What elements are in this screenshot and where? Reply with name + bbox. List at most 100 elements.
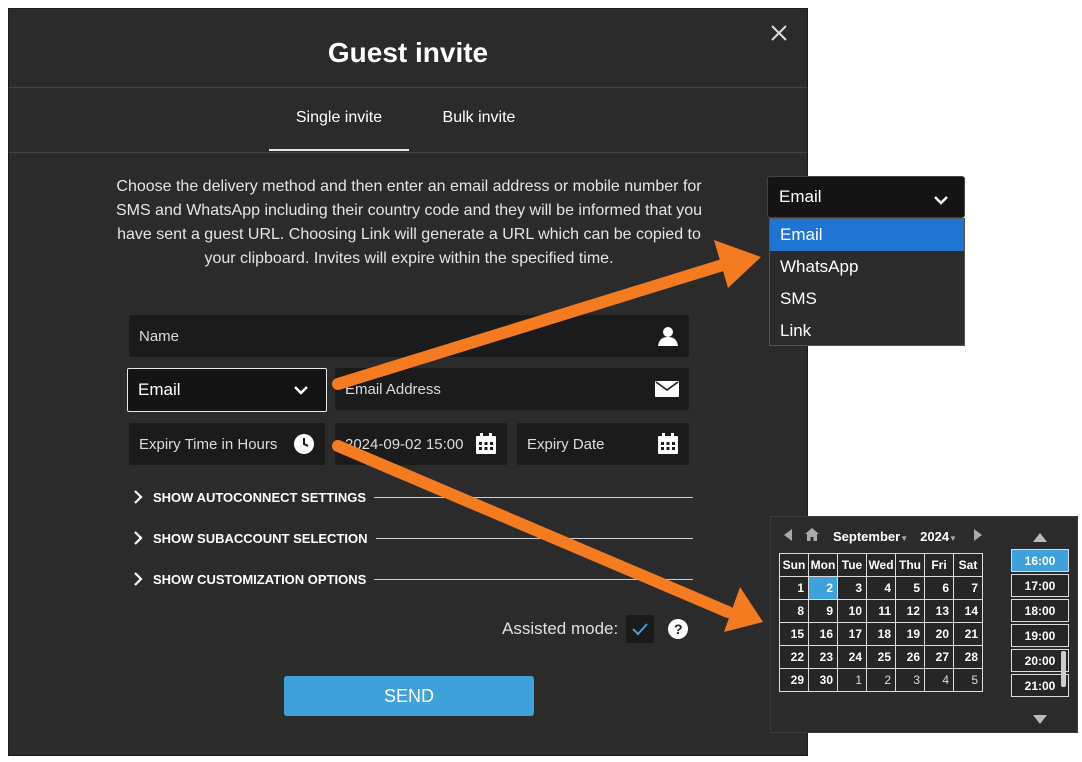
chevron-down-icon — [294, 385, 308, 395]
month-select[interactable]: September▼ — [833, 529, 908, 544]
calendar-week: 8 9 10 11 12 13 14 — [779, 599, 983, 623]
clock-icon — [293, 433, 315, 455]
checkmark-icon — [632, 623, 648, 636]
calendar-day[interactable]: 13 — [924, 599, 954, 623]
help-icon[interactable]: ? — [668, 619, 689, 639]
time-scroll-up-icon[interactable] — [1033, 529, 1047, 547]
calendar-day[interactable]: 16 — [808, 622, 838, 646]
calendar-day[interactable]: 5 — [953, 668, 983, 692]
home-icon[interactable] — [805, 528, 819, 544]
calendar-day[interactable]: 3 — [837, 576, 867, 600]
weekday-header: Sun — [779, 553, 809, 577]
calendar-day[interactable]: 6 — [924, 576, 954, 600]
calendar-day[interactable]: 24 — [837, 645, 867, 669]
expiry-hours-input[interactable]: Expiry Time in Hours — [129, 423, 325, 465]
time-scroll-down-icon[interactable] — [1033, 711, 1047, 729]
option-whatsapp[interactable]: WhatsApp — [770, 251, 964, 283]
modal-title: Guest invite — [327, 37, 489, 68]
calendar-day[interactable]: 26 — [895, 645, 925, 669]
time-option[interactable]: 17:00 — [1011, 574, 1069, 597]
calendar-day[interactable]: 19 — [895, 622, 925, 646]
delivery-method-select-callout[interactable]: Email — [767, 176, 965, 218]
calendar-day[interactable]: 11 — [866, 599, 896, 623]
calendar-day[interactable]: 18 — [866, 622, 896, 646]
calendar-grid: Sun Mon Tue Wed Thu Fri Sat 1 2 3 4 5 6 7 8 9 10 11 12 13 14… — [779, 553, 983, 692]
subaccount-selection-toggle[interactable]: SHOW SUBACCOUNT SELECTION — [133, 528, 693, 548]
calendar-icon — [657, 433, 679, 455]
delivery-method-value: Email — [138, 380, 181, 399]
calendar-day-selected[interactable]: 2 — [808, 576, 838, 600]
calendar-day[interactable]: 23 — [808, 645, 838, 669]
time-option[interactable]: 19:00 — [1011, 624, 1069, 647]
delivery-method-select[interactable]: Email — [127, 368, 327, 412]
assisted-mode-label: Assisted mode: — [502, 619, 619, 638]
month-label: September — [833, 528, 901, 544]
delivery-method-options: Email WhatsApp SMS Link — [769, 218, 965, 346]
weekday-header: Mon — [808, 553, 838, 577]
weekday-header: Fri — [924, 553, 954, 577]
calendar-day[interactable]: 1 — [779, 576, 809, 600]
tab-bulk-invite[interactable]: Bulk invite — [419, 109, 539, 127]
calendar-week: 1234567 — [779, 576, 983, 600]
calendar-day[interactable]: 17 — [837, 622, 867, 646]
calendar-day[interactable]: 1 — [837, 668, 867, 692]
active-tab-indicator — [269, 149, 409, 151]
year-select[interactable]: 2024▼ — [920, 529, 957, 544]
time-option[interactable]: 18:00 — [1011, 599, 1069, 622]
assisted-mode-checkbox[interactable] — [626, 615, 655, 643]
calendar-day[interactable]: 5 — [895, 576, 925, 600]
calendar-day[interactable]: 21 — [953, 622, 983, 646]
calendar-day[interactable]: 25 — [866, 645, 896, 669]
calendar-nav: September▼ 2024▼ — [783, 527, 1009, 545]
calendar-day[interactable]: 7 — [953, 576, 983, 600]
calendar-day[interactable]: 10 — [837, 599, 867, 623]
calendar-day[interactable]: 4 — [866, 576, 896, 600]
option-email[interactable]: Email — [770, 219, 964, 251]
prev-month-icon[interactable] — [783, 528, 793, 545]
calendar-day[interactable]: 28 — [953, 645, 983, 669]
calendar-day[interactable]: 2 — [866, 668, 896, 692]
send-button[interactable]: SEND — [284, 676, 534, 716]
calendar-day[interactable]: 29 — [779, 668, 809, 692]
chevron-right-icon — [133, 531, 147, 545]
envelope-icon — [655, 381, 679, 397]
calendar-day[interactable]: 8 — [779, 599, 809, 623]
calendar-day[interactable]: 15 — [779, 622, 809, 646]
time-list-scrollbar[interactable] — [1061, 651, 1066, 687]
option-sms[interactable]: SMS — [770, 283, 964, 315]
calendar-day[interactable]: 27 — [924, 645, 954, 669]
divider — [9, 152, 807, 153]
calendar-day[interactable]: 20 — [924, 622, 954, 646]
calendar-day[interactable]: 30 — [808, 668, 838, 692]
email-address-input[interactable]: Email Address — [335, 368, 689, 410]
expander-label: SHOW AUTOCONNECT SETTINGS — [153, 489, 367, 505]
calendar-day[interactable]: 22 — [779, 645, 809, 669]
name-input[interactable]: Name — [129, 315, 689, 357]
calendar-day[interactable]: 9 — [808, 599, 838, 623]
calendar-day[interactable]: 12 — [895, 599, 925, 623]
name-placeholder: Name — [139, 327, 180, 345]
calendar-day[interactable]: 14 — [953, 599, 983, 623]
year-label: 2024 — [920, 528, 950, 544]
tab-single-invite[interactable]: Single invite — [269, 109, 409, 127]
close-icon[interactable] — [769, 23, 789, 43]
chevron-down-icon — [934, 190, 948, 210]
delivery-method-value: Email — [779, 187, 822, 206]
expander-label: SHOW SUBACCOUNT SELECTION — [153, 530, 368, 546]
divider — [9, 87, 807, 88]
divider — [374, 578, 693, 580]
next-month-icon[interactable] — [973, 528, 983, 545]
time-option-selected[interactable]: 16:00 — [1011, 549, 1069, 572]
expiry-datetime-input[interactable]: 2024-09-02 15:00 — [335, 423, 507, 465]
divider — [374, 496, 693, 498]
assisted-mode-row: Assisted mode: ? — [502, 615, 689, 643]
calendar-day[interactable]: 3 — [895, 668, 925, 692]
guest-invite-modal: Guest invite Single invite Bulk invite C… — [8, 8, 808, 756]
autoconnect-settings-toggle[interactable]: SHOW AUTOCONNECT SETTINGS — [133, 487, 693, 507]
expiry-date-input[interactable]: Expiry Date — [517, 423, 689, 465]
calendar-day[interactable]: 4 — [924, 668, 954, 692]
customization-options-toggle[interactable]: SHOW CUSTOMIZATION OPTIONS — [133, 569, 693, 589]
calendar-week: 15 16 17 18 19 20 21 — [779, 622, 983, 646]
expiry-datetime-value: 2024-09-02 15:00 — [345, 435, 464, 453]
option-link[interactable]: Link — [770, 315, 964, 347]
